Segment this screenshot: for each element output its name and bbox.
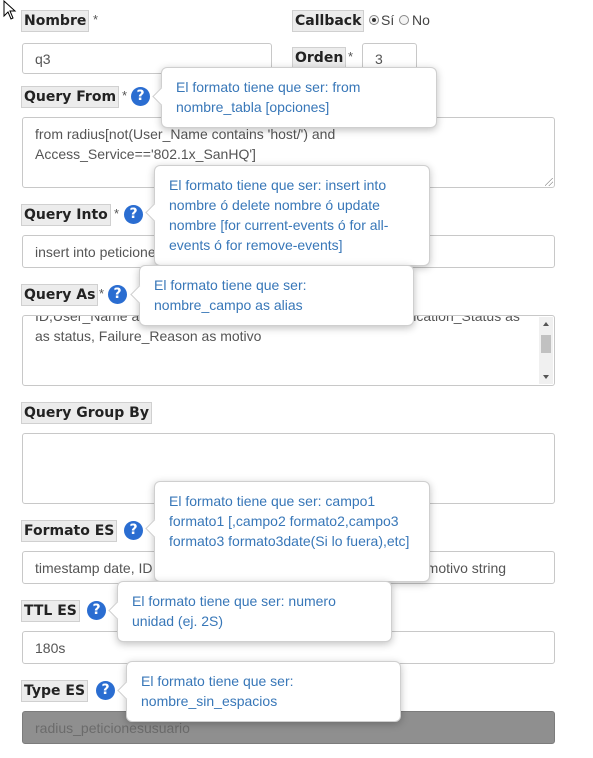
required-asterisk: * bbox=[93, 12, 99, 27]
required-asterisk: * bbox=[99, 286, 105, 301]
query-as-tooltip: El formato tiene que ser: nombre_campo a… bbox=[130, 265, 414, 326]
nombre-label: Nombre bbox=[21, 10, 90, 32]
query-as-value-line2: as status, Failure_Reason as motivo bbox=[35, 328, 262, 344]
callback-si-label: Sí bbox=[381, 12, 395, 28]
type-es-tooltip: El formato tiene que ser: nombre_sin_esp… bbox=[117, 661, 401, 722]
callback-label: Callback bbox=[292, 10, 365, 32]
query-from-help-icon[interactable]: ? bbox=[131, 87, 150, 106]
query-as-value-fragment: ID,User_Name as bbox=[35, 315, 147, 324]
ttl-es-label: TTL ES bbox=[21, 600, 80, 622]
formato-es-value-start: timestamp date, ID bbox=[35, 560, 153, 576]
query-from-label: Query From bbox=[21, 86, 120, 108]
query-from-tooltip: El formato tiene que ser: from nombre_ta… bbox=[152, 67, 437, 128]
callback-no-radio[interactable] bbox=[399, 15, 409, 25]
formato-es-label: Formato ES bbox=[21, 520, 118, 542]
callback-si-radio[interactable] bbox=[369, 15, 379, 25]
formato-es-help-icon[interactable]: ? bbox=[124, 521, 143, 540]
query-into-tooltip-text: El formato tiene que ser: insert into no… bbox=[169, 177, 389, 253]
query-from-value: from radius[not(User_Name contains 'host… bbox=[35, 126, 336, 162]
callback-no-label: No bbox=[412, 12, 430, 28]
mouse-pointer-icon bbox=[3, 0, 17, 20]
type-es-help-icon[interactable]: ? bbox=[96, 681, 115, 700]
formato-es-tooltip: El formato tiene que ser: campo1 formato… bbox=[145, 481, 430, 582]
type-es-tooltip-text: El formato tiene que ser: nombre_sin_esp… bbox=[141, 673, 294, 709]
required-asterisk: * bbox=[122, 88, 128, 103]
type-es-label: Type ES bbox=[21, 680, 89, 702]
query-group-by-label: Query Group By bbox=[21, 402, 152, 424]
query-as-tooltip-text: El formato tiene que ser: nombre_campo a… bbox=[154, 277, 307, 313]
query-as-label: Query As bbox=[21, 284, 99, 306]
query-from-tooltip-text: El formato tiene que ser: from nombre_ta… bbox=[176, 79, 361, 115]
query-as-scrollbar[interactable] bbox=[539, 317, 553, 384]
ttl-es-tooltip: El formato tiene que ser: numero unidad … bbox=[108, 581, 392, 642]
required-asterisk: * bbox=[348, 49, 354, 64]
query-into-label: Query Into bbox=[21, 204, 111, 226]
formato-es-tooltip-text: El formato tiene que ser: campo1 formato… bbox=[169, 493, 410, 549]
query-as-help-icon[interactable]: ? bbox=[108, 285, 127, 304]
ttl-es-help-icon[interactable]: ? bbox=[87, 601, 106, 620]
required-asterisk: * bbox=[114, 206, 120, 221]
query-into-tooltip: El formato tiene que ser: insert into no… bbox=[145, 165, 430, 266]
resize-grip[interactable] bbox=[545, 178, 553, 186]
orden-label: Orden bbox=[292, 47, 347, 69]
ttl-es-tooltip-text: El formato tiene que ser: numero unidad … bbox=[132, 593, 336, 629]
query-into-help-icon[interactable]: ? bbox=[124, 205, 143, 224]
